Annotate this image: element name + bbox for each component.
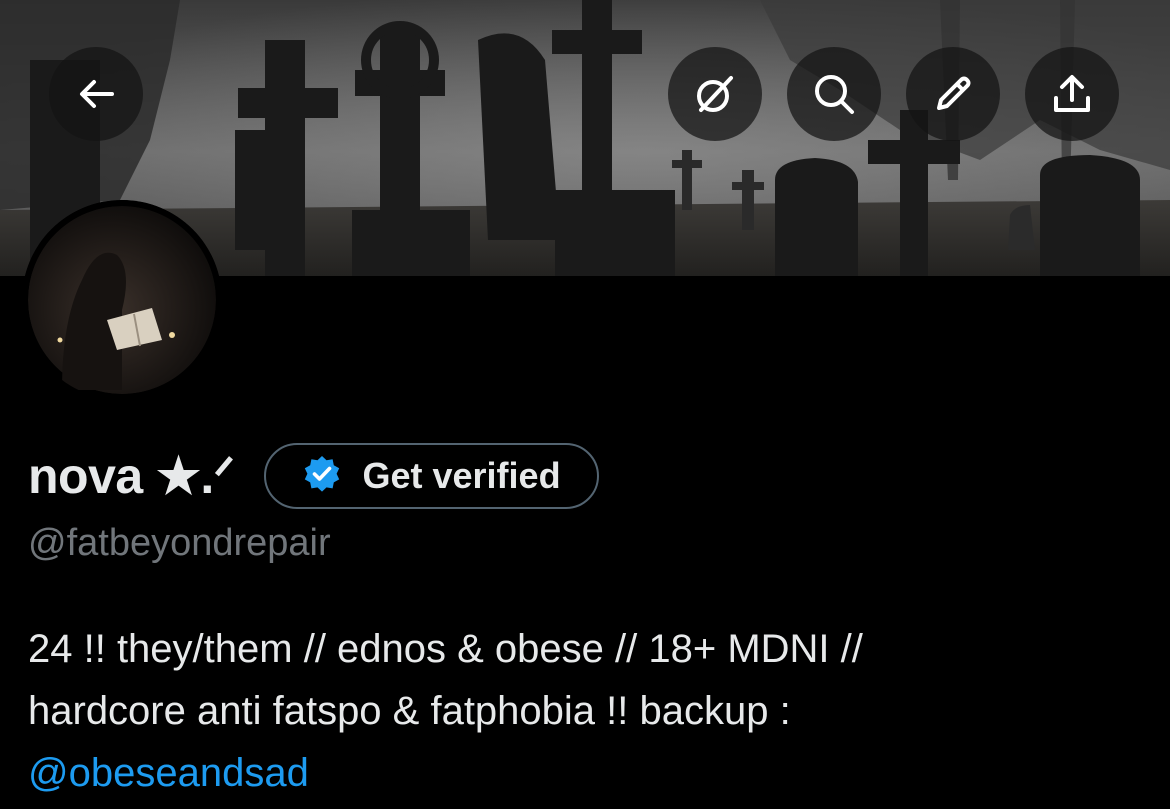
pencil-icon bbox=[931, 72, 975, 116]
grok-slash-circle-icon bbox=[693, 72, 737, 116]
bio-line-1: 24 !! they/them // ednos & obese // 18+ … bbox=[28, 627, 863, 671]
grok-button[interactable] bbox=[668, 47, 762, 141]
get-verified-button[interactable]: Get verified bbox=[264, 443, 599, 509]
profile-handle: @fatbeyondrepair bbox=[28, 522, 331, 564]
get-verified-label: Get verified bbox=[362, 455, 561, 496]
arrow-left-icon bbox=[76, 74, 116, 114]
bio-mention-link[interactable]: @obeseandsad bbox=[28, 742, 1148, 804]
profile-name-row: nova ★.ᐟ Get verified bbox=[28, 440, 599, 512]
back-button[interactable] bbox=[49, 47, 143, 141]
share-button[interactable] bbox=[1025, 47, 1119, 141]
avatar[interactable] bbox=[22, 200, 222, 400]
bio-line-2: hardcore anti fatspo & fatphobia !! back… bbox=[28, 689, 791, 733]
profile-bio: 24 !! they/them // ednos & obese // 18+ … bbox=[28, 618, 1148, 804]
search-icon bbox=[812, 72, 856, 116]
verified-badge-icon bbox=[302, 454, 342, 499]
search-button[interactable] bbox=[787, 47, 881, 141]
display-name: nova ★.ᐟ bbox=[28, 448, 235, 504]
edit-button[interactable] bbox=[906, 47, 1000, 141]
avatar-image bbox=[22, 200, 222, 400]
share-upload-icon bbox=[1050, 72, 1094, 116]
